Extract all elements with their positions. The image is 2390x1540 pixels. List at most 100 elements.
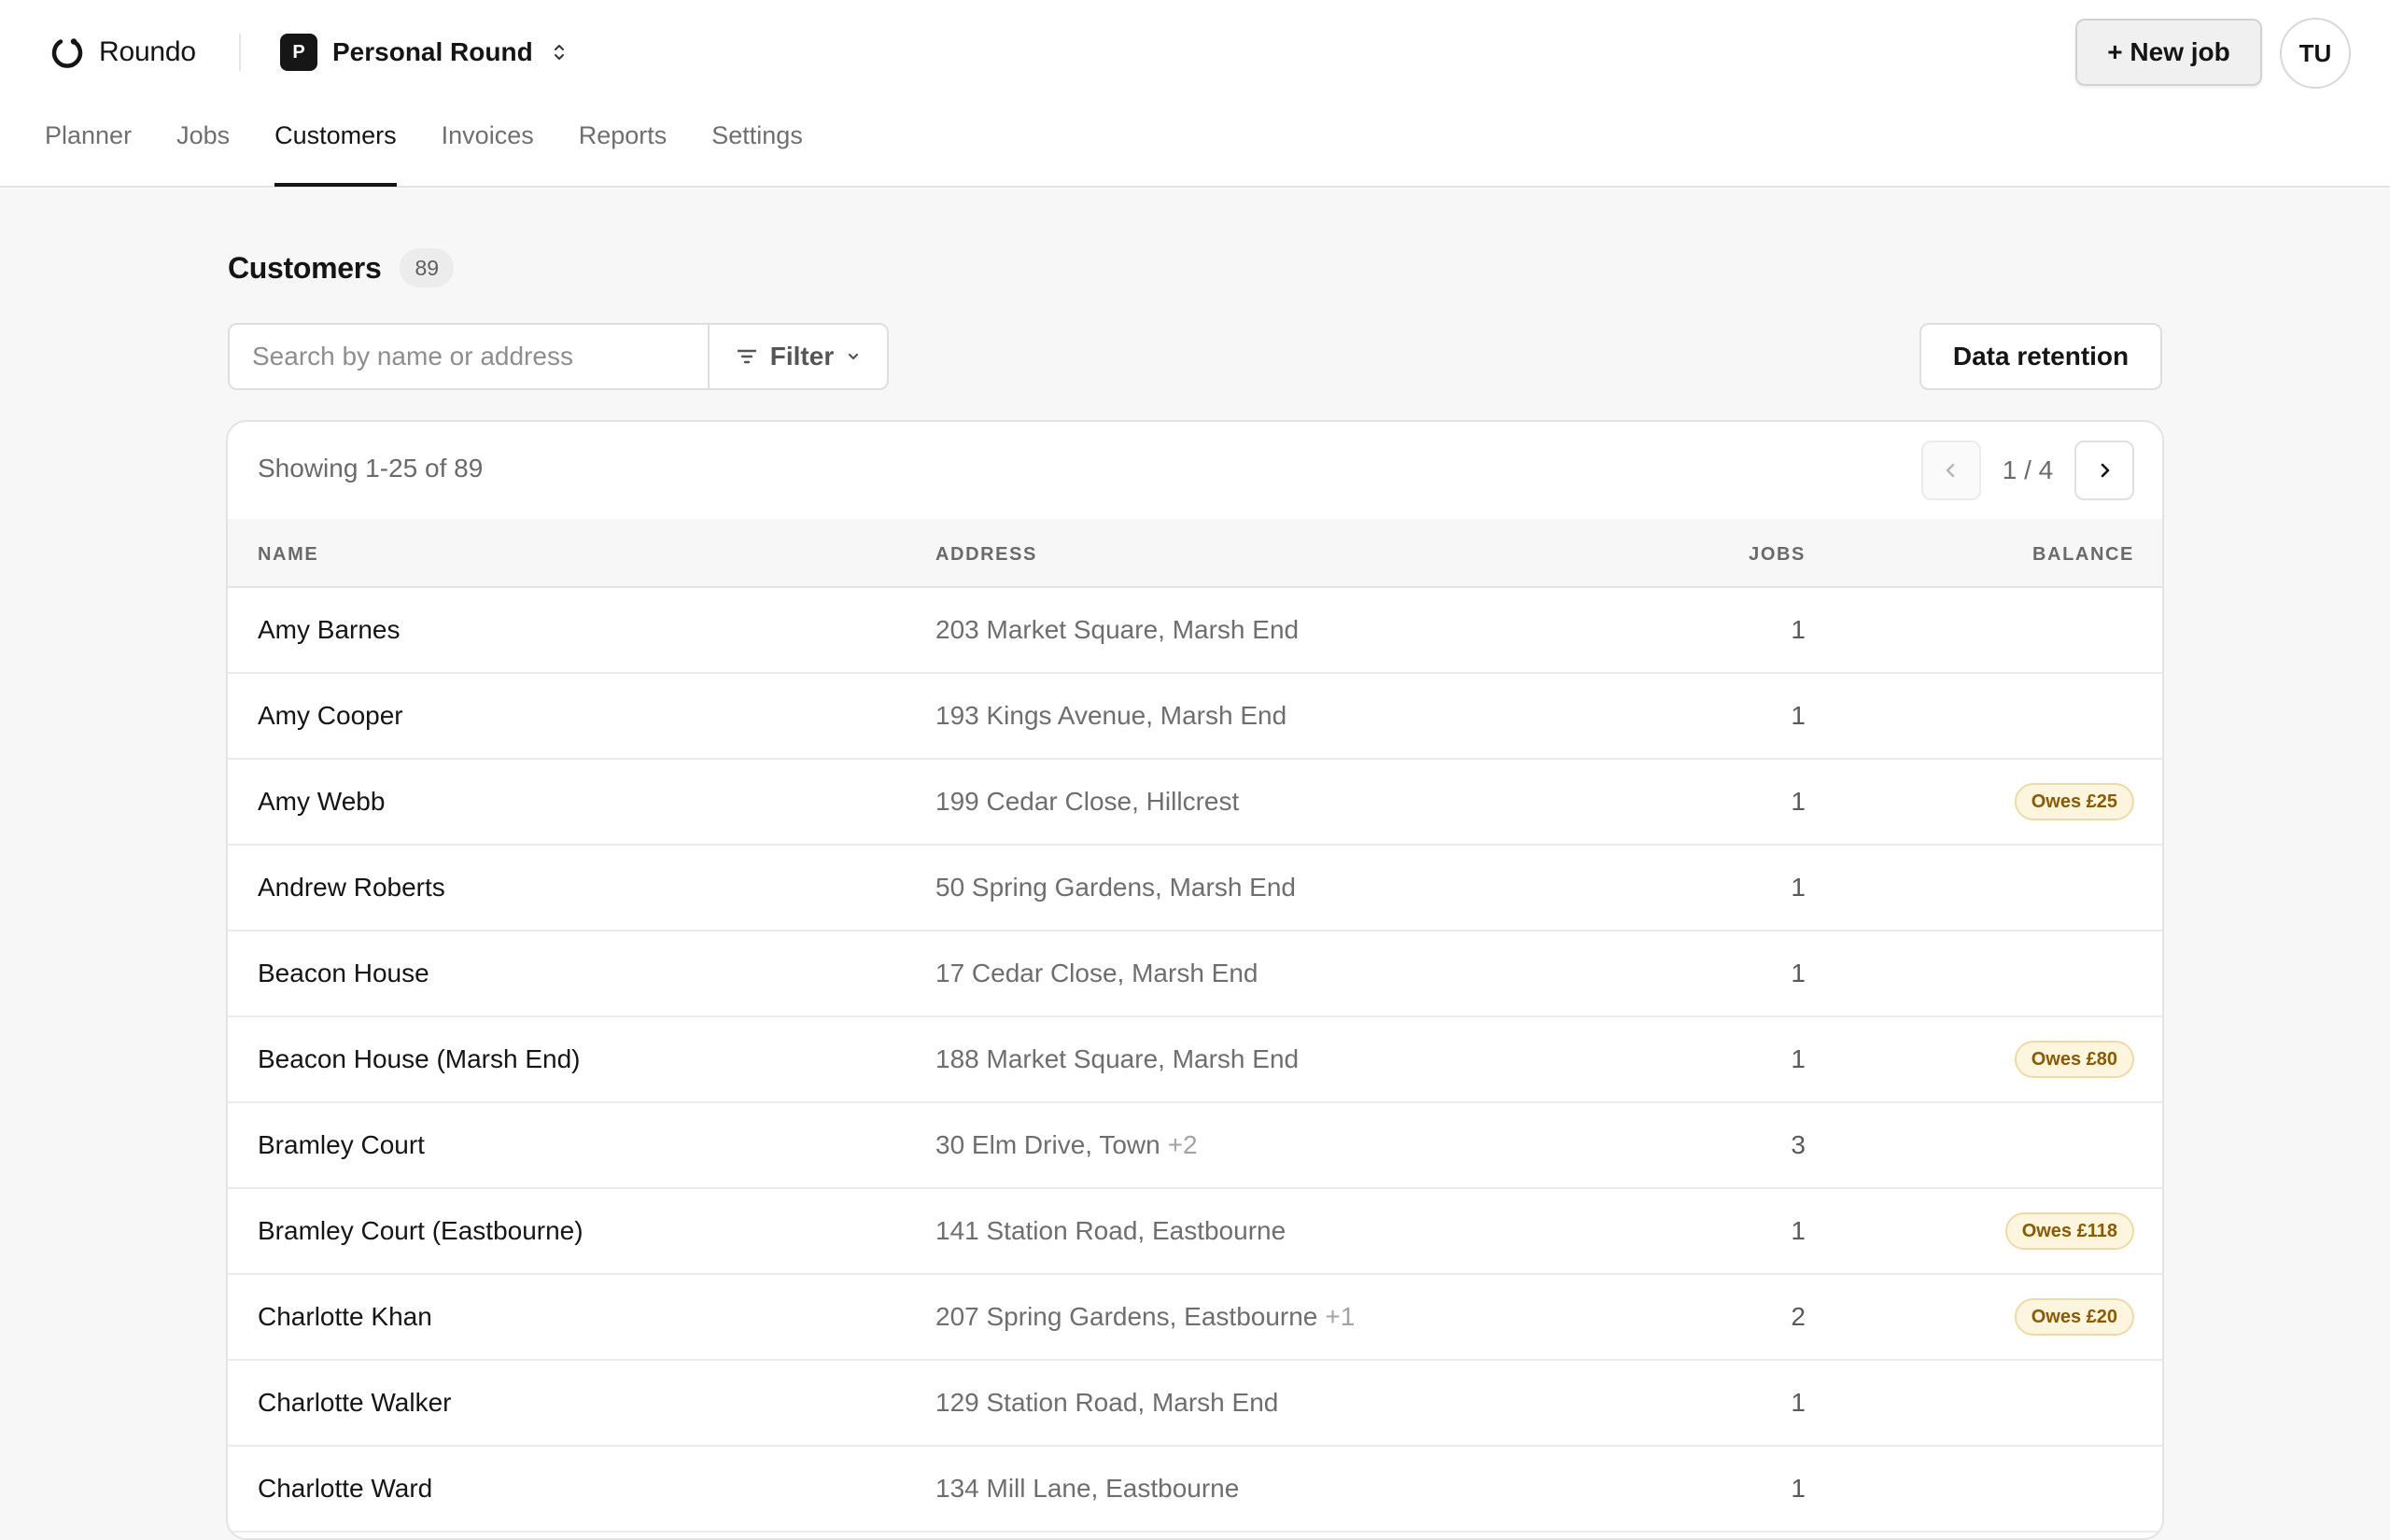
customer-address-text: 30 Elm Drive, Town	[935, 1130, 1160, 1159]
workspace-badge: P	[280, 34, 317, 71]
customer-balance: Owes £25	[2014, 760, 2134, 844]
customer-jobs-count: 1	[1791, 1474, 1806, 1503]
customer-address-text: 141 Station Road, Eastbourne	[935, 1216, 1286, 1245]
table-row[interactable]: Bramley Court 30 Elm Drive, Town +2 3	[228, 1103, 2162, 1189]
column-header-balance[interactable]: BALANCE	[2032, 544, 2134, 566]
filter-lines-icon	[737, 349, 756, 364]
customer-name[interactable]: Amy Barnes	[258, 588, 401, 672]
page-indicator: 1 / 4	[2002, 455, 2054, 484]
prev-page-button[interactable]	[1921, 441, 1981, 500]
column-header-name[interactable]: NAME	[258, 544, 318, 566]
page-title: Customers	[228, 250, 382, 285]
table-row[interactable]: Charlotte Khan 207 Spring Gardens, Eastbo…	[228, 1275, 2162, 1361]
customer-balance: Owes £118	[2004, 1189, 2134, 1273]
table-body: Amy Barnes 203 Market Square, Marsh End 1 A…	[228, 588, 2162, 1533]
customer-jobs-count: 1	[1791, 1388, 1806, 1417]
tab-invoices[interactable]: Invoices	[442, 121, 534, 187]
extra-addresses-count: +1	[1325, 1302, 1356, 1331]
customer-address-text: 134 Mill Lane, Eastbourne	[935, 1474, 1240, 1503]
customer-address: 199 Cedar Close, Hillcrest	[935, 760, 1239, 844]
customer-name[interactable]: Amy Cooper	[258, 674, 403, 758]
customer-address: 50 Spring Gardens, Marsh End	[935, 846, 1296, 930]
column-header-jobs[interactable]: JOBS	[1749, 544, 1806, 566]
customer-address-text: 203 Market Square, Marsh End	[935, 615, 1300, 644]
tab-customers[interactable]: Customers	[274, 121, 397, 187]
table-row[interactable]: Bramley Court (Eastbourne) 141 Station Ro…	[228, 1189, 2162, 1275]
customer-jobs-count: 1	[1791, 787, 1806, 816]
customer-name[interactable]: Charlotte Khan	[258, 1275, 432, 1359]
customer-name[interactable]: Charlotte Walker	[258, 1361, 451, 1445]
customer-address-text: 193 Kings Avenue, Marsh End	[935, 701, 1287, 730]
customer-address: 141 Station Road, Eastbourne	[935, 1189, 1286, 1273]
next-page-button[interactable]	[2074, 441, 2134, 500]
customer-address: 134 Mill Lane, Eastbourne	[935, 1447, 1239, 1531]
customer-address: 193 Kings Avenue, Marsh End	[935, 674, 1286, 758]
table-row[interactable]: Charlotte Walker 129 Station Road, Marsh …	[228, 1361, 2162, 1447]
table-row[interactable]: Beacon House 17 Cedar Close, Marsh End 1	[228, 931, 2162, 1017]
customers-table-card: Showing 1-25 of 89 1 / 4 NAME ADDRESS JO…	[226, 420, 2164, 1540]
owes-badge: Owes £118	[2004, 1212, 2134, 1250]
customer-balance: Owes £80	[2014, 1017, 2134, 1101]
customer-address: 30 Elm Drive, Town +2	[935, 1103, 1198, 1187]
tab-planner[interactable]: Planner	[45, 121, 132, 187]
new-job-button[interactable]: + New job	[2075, 19, 2262, 86]
customer-name[interactable]: Beacon House (Marsh End)	[258, 1017, 581, 1101]
customer-address: 188 Market Square, Marsh End	[935, 1017, 1299, 1101]
customer-address: 203 Market Square, Marsh End	[935, 588, 1299, 672]
showing-range: Showing 1-25 of 89	[258, 454, 484, 483]
table-row[interactable]: Amy Cooper 193 Kings Avenue, Marsh End 1	[228, 674, 2162, 760]
owes-badge: Owes £25	[2014, 783, 2134, 820]
table-row[interactable]: Amy Webb 199 Cedar Close, Hillcrest 1 Owes …	[228, 760, 2162, 846]
customer-address-text: 129 Station Road, Marsh End	[935, 1388, 1279, 1417]
customer-name[interactable]: Andrew Roberts	[258, 846, 445, 930]
customer-balance: Owes £20	[2014, 1275, 2134, 1359]
chevron-left-icon	[1946, 463, 1955, 478]
data-retention-button[interactable]: Data retention	[1919, 323, 2162, 390]
customer-jobs-count: 1	[1791, 873, 1806, 902]
roundo-logo-icon	[51, 38, 83, 68]
tab-reports[interactable]: Reports	[579, 121, 668, 187]
customer-address-text: 188 Market Square, Marsh End	[935, 1044, 1300, 1073]
customer-address-text: 50 Spring Gardens, Marsh End	[935, 873, 1296, 902]
customer-name[interactable]: Charlotte Ward	[258, 1447, 432, 1531]
customer-jobs-count: 2	[1791, 1302, 1806, 1331]
table-row[interactable]: Amy Barnes 203 Market Square, Marsh End 1	[228, 588, 2162, 674]
customer-jobs-count: 1	[1791, 615, 1806, 644]
tab-jobs[interactable]: Jobs	[176, 121, 230, 187]
table-summary-bar: Showing 1-25 of 89 1 / 4	[228, 422, 2162, 519]
customer-name[interactable]: Bramley Court (Eastbourne)	[258, 1189, 583, 1273]
workspace-switcher[interactable]: P Personal Round	[280, 34, 569, 71]
table-row[interactable]: Beacon House (Marsh End) 188 Market Squar…	[228, 1017, 2162, 1103]
table-row[interactable]: Andrew Roberts 50 Spring Gardens, Marsh E…	[228, 846, 2162, 931]
table-row[interactable]: Charlotte Ward 134 Mill Lane, Eastbourne 1	[228, 1447, 2162, 1533]
customer-name[interactable]: Beacon House	[258, 931, 429, 1015]
chevron-right-icon	[2101, 463, 2110, 478]
customer-address: 17 Cedar Close, Marsh End	[935, 931, 1258, 1015]
search-input[interactable]	[230, 325, 710, 388]
page-header: Customers 89	[228, 248, 455, 287]
customer-count-badge: 89	[400, 248, 455, 287]
pagination: 1 / 4	[1921, 441, 2134, 500]
chevron-up-down-icon	[554, 45, 564, 60]
customer-address: 207 Spring Gardens, Eastbourne +1	[935, 1275, 1355, 1359]
extra-addresses-count: +2	[1167, 1130, 1198, 1159]
avatar[interactable]: TU	[2280, 18, 2351, 89]
customer-jobs-count: 1	[1791, 1044, 1806, 1073]
column-header-address[interactable]: ADDRESS	[935, 544, 1037, 566]
customer-jobs-count: 1	[1791, 1216, 1806, 1245]
filter-button[interactable]: Filter	[710, 325, 887, 388]
owes-badge: Owes £20	[2014, 1298, 2134, 1336]
tab-settings[interactable]: Settings	[711, 121, 803, 187]
top-header: Roundo P Personal Round + New job TU Pla…	[0, 0, 2390, 188]
customer-name[interactable]: Amy Webb	[258, 760, 385, 844]
owes-badge: Owes £80	[2014, 1041, 2134, 1078]
header-divider	[239, 34, 241, 71]
customer-jobs-count: 1	[1791, 701, 1806, 730]
brand[interactable]: Roundo	[49, 32, 196, 73]
search-filter-group: Filter	[228, 323, 889, 390]
customer-jobs-count: 1	[1791, 959, 1806, 987]
customer-jobs-count: 3	[1791, 1130, 1806, 1159]
customer-name[interactable]: Bramley Court	[258, 1103, 425, 1187]
customer-address-text: 199 Cedar Close, Hillcrest	[935, 787, 1240, 816]
customer-address: 129 Station Road, Marsh End	[935, 1361, 1278, 1445]
